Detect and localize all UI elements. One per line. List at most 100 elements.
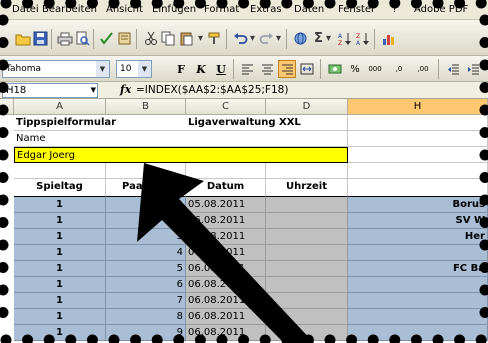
cell-uhrzeit[interactable] (266, 309, 348, 325)
font-name-combo[interactable]: Tahoma ▼ (2, 60, 110, 78)
menu-extras[interactable]: Extras (250, 4, 282, 15)
cell-paarung[interactable]: 9 (106, 325, 186, 341)
increase-indent-button[interactable] (464, 60, 482, 78)
cell-uhrzeit[interactable] (266, 213, 348, 229)
font-size-combo[interactable]: 10 ▼ (116, 60, 152, 78)
cell-spieltag[interactable]: 1 (14, 309, 106, 325)
align-right-button[interactable] (278, 60, 296, 78)
cell-team[interactable] (348, 293, 488, 309)
column-header-b[interactable]: B (106, 99, 186, 115)
paste-dropdown-icon[interactable]: ▾ (196, 30, 205, 47)
column-header-d[interactable]: D (266, 99, 348, 115)
cell-datum[interactable]: 06.08.2011 (186, 277, 266, 293)
cell[interactable] (348, 131, 488, 147)
cell-team[interactable] (348, 309, 488, 325)
menu-format[interactable]: Format (204, 4, 239, 15)
print-icon[interactable] (56, 30, 73, 47)
cell[interactable] (266, 163, 348, 179)
cell-datum[interactable]: 06.08.2011 (186, 325, 266, 341)
cell-uhrzeit[interactable] (266, 245, 348, 261)
redo-icon[interactable] (258, 30, 275, 47)
open-folder-icon[interactable] (14, 30, 31, 47)
undo-icon[interactable] (232, 30, 249, 47)
increase-decimal-button[interactable]: ,0 (388, 60, 410, 78)
cell-paarung[interactable]: 4 (106, 245, 186, 261)
cell-paarung[interactable]: 1 (106, 197, 186, 213)
cell-datum[interactable]: 05.08.2011 (186, 197, 266, 213)
cell-spieltag[interactable]: 1 (14, 229, 106, 245)
name-value-cell[interactable]: Edgar Joerg (14, 147, 348, 163)
cell-datum[interactable]: 06.08.2011 (186, 229, 266, 245)
cell-spieltag[interactable]: 1 (14, 197, 106, 213)
thousands-separator-button[interactable]: 000 (364, 60, 386, 78)
column-header-c[interactable]: C (186, 99, 266, 115)
cut-icon[interactable] (142, 30, 159, 47)
cell-uhrzeit[interactable] (266, 197, 348, 213)
menu-einfuegen[interactable]: Einfügen (152, 4, 196, 15)
copy-icon[interactable] (160, 30, 177, 47)
cell-uhrzeit[interactable] (266, 293, 348, 309)
sort-descending-icon[interactable]: ZA (354, 30, 371, 47)
redo-dropdown-icon[interactable]: ▾ (274, 30, 283, 47)
save-disk-icon[interactable] (32, 30, 49, 47)
cell-uhrzeit[interactable] (266, 261, 348, 277)
cell[interactable] (14, 163, 106, 179)
header-spieltag[interactable]: Spieltag (14, 179, 106, 197)
formula-input[interactable]: =INDEX($AA$2:$AA$25;F18) (136, 84, 288, 96)
hyperlink-icon[interactable] (292, 30, 309, 47)
insert-function-icon[interactable]: fx (120, 83, 131, 96)
menu-datei[interactable]: Datei (12, 4, 39, 15)
column-header-a[interactable]: A (14, 99, 106, 115)
percent-button[interactable]: % (346, 60, 364, 78)
autosum-dropdown-icon[interactable]: ▾ (324, 30, 333, 47)
menu-help[interactable]: ? (392, 4, 397, 15)
cell-paarung[interactable]: 7 (106, 293, 186, 309)
research-icon[interactable] (116, 30, 133, 47)
cell[interactable] (348, 163, 488, 179)
cell-paarung[interactable]: 3 (106, 229, 186, 245)
cell[interactable] (348, 179, 488, 197)
cell-team[interactable] (348, 325, 488, 341)
italic-button[interactable]: K (192, 60, 210, 78)
cell[interactable] (106, 163, 186, 179)
chevron-down-icon[interactable]: ▼ (138, 61, 151, 77)
cell-datum[interactable]: 06.08.2011 (186, 293, 266, 309)
currency-format-button[interactable] (326, 60, 344, 78)
cell-paarung[interactable]: 2 (106, 213, 186, 229)
cell-datum[interactable]: 06.08.2011 (186, 309, 266, 325)
column-header-h[interactable]: H (348, 99, 488, 115)
paste-icon[interactable] (178, 30, 195, 47)
cell-paarung[interactable]: 6 (106, 277, 186, 293)
cell-datum[interactable]: 06.08.2011 (186, 213, 266, 229)
format-painter-icon[interactable] (206, 30, 223, 47)
bold-button[interactable]: F (172, 60, 190, 78)
cell-spieltag[interactable]: 1 (14, 325, 106, 341)
merge-center-button[interactable] (298, 60, 316, 78)
cell-team[interactable]: SV W (348, 213, 488, 229)
chevron-down-icon[interactable]: ▼ (96, 61, 109, 77)
align-left-button[interactable] (238, 60, 256, 78)
sort-icon[interactable]: AZ (336, 30, 353, 47)
cell-spieltag[interactable]: 1 (14, 293, 106, 309)
menu-bearbeiten[interactable]: Bearbeiten (42, 4, 97, 15)
header-uhrzeit[interactable]: Uhrzeit (266, 179, 348, 197)
cell-team[interactable]: FC Ba (348, 261, 488, 277)
cell-paarung[interactable]: 5 (106, 261, 186, 277)
cell-spieltag[interactable]: 1 (14, 213, 106, 229)
cell[interactable] (186, 163, 266, 179)
underline-button[interactable]: U (212, 60, 230, 78)
cell-spieltag[interactable]: 1 (14, 261, 106, 277)
cell-spieltag[interactable]: 1 (14, 277, 106, 293)
header-datum[interactable]: Datum (186, 179, 266, 197)
cell-team[interactable] (348, 277, 488, 293)
chevron-down-icon[interactable]: ▼ (91, 84, 96, 97)
cell-spieltag[interactable]: 1 (14, 245, 106, 261)
undo-dropdown-icon[interactable]: ▾ (248, 30, 257, 47)
title-cell[interactable]: Tippspielformular (14, 115, 186, 131)
cell-team[interactable] (348, 245, 488, 261)
cell-team[interactable]: Borus (348, 197, 488, 213)
cell-uhrzeit[interactable] (266, 325, 348, 341)
cell-uhrzeit[interactable] (266, 277, 348, 293)
cell-paarung[interactable]: 8 (106, 309, 186, 325)
subtitle-cell[interactable]: Ligaverwaltung XXL (186, 115, 348, 131)
